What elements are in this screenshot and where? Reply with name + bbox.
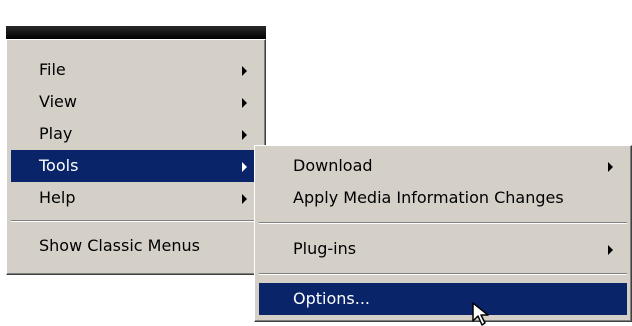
menu-item-apply-media-information-changes[interactable]: Apply Media Information Changes (259, 182, 627, 214)
menu-separator (259, 273, 627, 275)
menu-item-label: File (39, 60, 66, 79)
submenu-arrow-icon (242, 98, 247, 108)
menu-item-show-classic-menus[interactable]: Show Classic Menus (11, 230, 261, 262)
menu-item-tools[interactable]: Tools (11, 150, 261, 182)
menu-separator (259, 222, 627, 224)
menu-separator (11, 220, 261, 222)
mouse-pointer-icon (472, 302, 489, 326)
menu-item-options[interactable]: Options... (259, 283, 627, 315)
menu-item-label: Download (293, 156, 373, 175)
menu-item-label: Plug-ins (293, 239, 357, 258)
menu-item-label: Apply Media Information Changes (293, 188, 564, 207)
menu-item-file[interactable]: File (11, 54, 261, 86)
menu-item-view[interactable]: View (11, 86, 261, 118)
submenu-arrow-icon (242, 194, 247, 204)
submenu-arrow-icon (242, 66, 247, 76)
menu-item-help[interactable]: Help (11, 182, 261, 214)
menu-item-label: Tools (39, 156, 79, 175)
menu-item-plug-ins[interactable]: Plug-ins (259, 233, 627, 265)
window-title-bar (6, 26, 266, 39)
menu-item-label: Help (39, 188, 76, 207)
tools-submenu: Download Apply Media Information Changes… (254, 145, 632, 322)
menu-item-label: Play (39, 124, 73, 143)
menu-item-label: View (39, 92, 77, 111)
submenu-arrow-icon (242, 162, 247, 172)
menu-item-label: Options... (293, 289, 370, 308)
submenu-arrow-icon (608, 162, 613, 172)
submenu-arrow-icon (242, 130, 247, 140)
main-context-menu: File View Play Tools Help Show Classic M… (6, 39, 266, 275)
submenu-arrow-icon (608, 245, 613, 255)
menu-item-download[interactable]: Download (259, 150, 627, 182)
menu-item-label: Show Classic Menus (39, 236, 200, 255)
menu-item-play[interactable]: Play (11, 118, 261, 150)
